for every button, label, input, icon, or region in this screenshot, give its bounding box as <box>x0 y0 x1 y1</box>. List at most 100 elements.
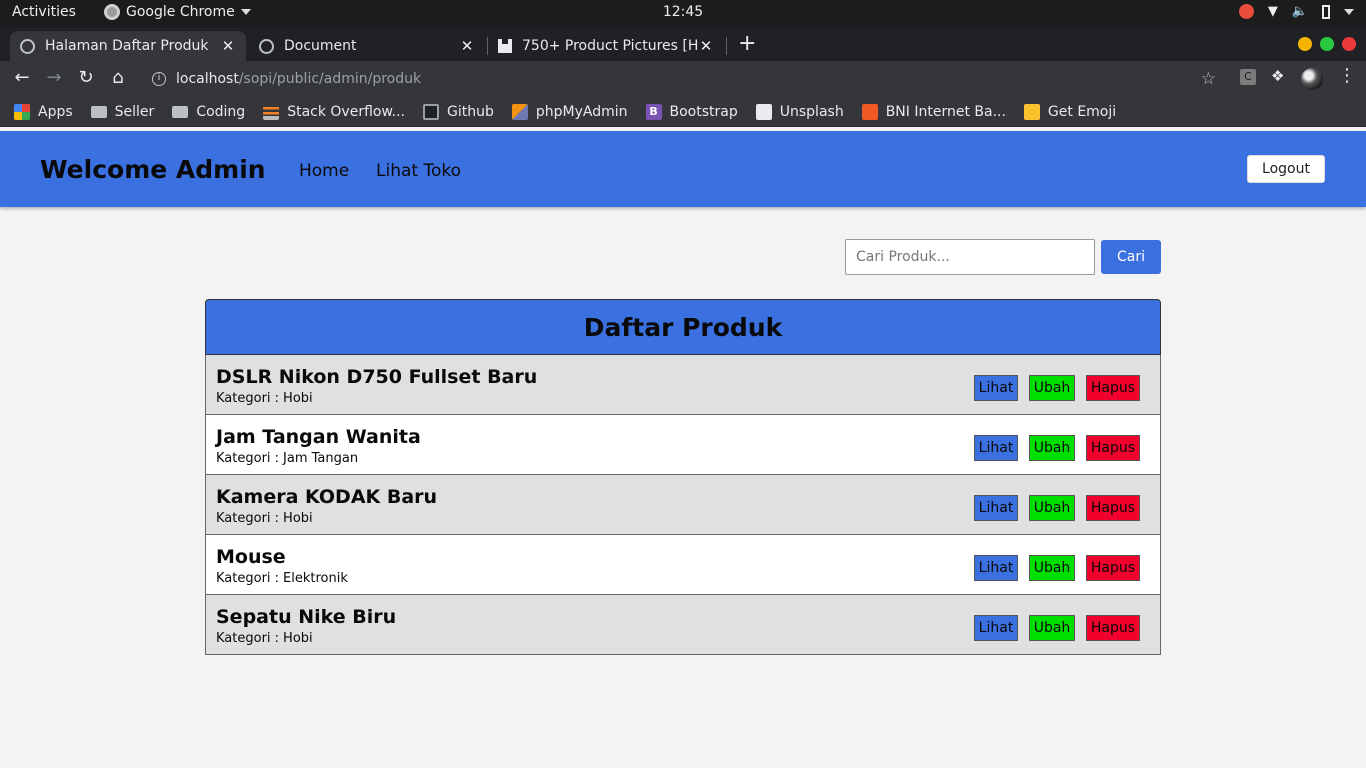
unsplash-icon <box>498 39 512 53</box>
browser-toolbar: ← → ↻ ⌂ i localhost/sopi/public/admin/pr… <box>0 61 1366 97</box>
globe-icon <box>20 38 35 54</box>
folder-icon <box>172 105 189 118</box>
bni-icon <box>861 103 878 120</box>
home-icon[interactable]: ⌂ <box>106 67 130 88</box>
kebab-menu-icon[interactable]: ⋮ <box>1338 65 1356 86</box>
address-bar[interactable]: i localhost/sopi/public/admin/produk ☆ <box>140 65 1230 93</box>
product-row: Kamera KODAK Baru Kategori : Hobi Lihat U… <box>205 475 1161 535</box>
product-row: DSLR Nikon D750 Fullset Baru Kategori :H… <box>205 355 1161 415</box>
url-host: localhost <box>176 71 239 87</box>
product-row: Mouse Kategori : Elektronik Lihat Ubah Ha… <box>205 535 1161 595</box>
bootstrap-icon: B <box>645 103 662 120</box>
product-category: Kategori : Jam Tangan <box>216 451 358 466</box>
folder-icon <box>90 105 107 118</box>
edit-button[interactable]: Ubah <box>1029 435 1075 461</box>
tab-strip: Halaman Daftar Produk ✕ Document ✕ 750+ … <box>0 27 1366 61</box>
row-actions: Lihat Ubah Hapus <box>974 435 1140 461</box>
category-value: Jam Tangan <box>283 451 359 466</box>
bookmarks-bar: Apps Seller Coding Stack Overflow... Git… <box>0 97 1366 127</box>
tab-halaman-daftar-produk[interactable]: Halaman Daftar Produk ✕ <box>10 31 246 61</box>
bookmark-apps[interactable]: Apps <box>14 103 73 120</box>
product-name: Kamera KODAK Baru <box>216 486 438 508</box>
extension-c-icon[interactable]: C <box>1240 69 1256 85</box>
delete-button[interactable]: Hapus <box>1086 615 1140 641</box>
category-label: Kategori : <box>216 451 280 466</box>
tab-title: Halaman Daftar Produk <box>45 38 209 54</box>
maximize-button[interactable] <box>1320 37 1334 51</box>
bookmark-seller[interactable]: Seller <box>90 103 155 120</box>
back-icon[interactable]: ← <box>10 67 34 88</box>
delete-button[interactable]: Hapus <box>1086 375 1140 401</box>
profile-avatar[interactable] <box>1301 68 1323 90</box>
nav-link-lihat-toko[interactable]: Lihat Toko <box>376 161 461 181</box>
close-icon[interactable]: ✕ <box>220 37 236 55</box>
bookmark-label: phpMyAdmin <box>535 103 628 120</box>
clock[interactable]: 12:45 <box>0 4 1366 20</box>
tab-separator <box>726 37 727 55</box>
view-button[interactable]: Lihat <box>974 615 1018 641</box>
minimize-button[interactable] <box>1298 37 1312 51</box>
bookmark-github[interactable]: Github <box>423 103 494 120</box>
reload-icon[interactable]: ↻ <box>74 67 98 88</box>
system-top-bar: Activities Google Chrome 12:45 ▼ 🔈 <box>0 0 1366 27</box>
system-menu-chevron-icon[interactable] <box>1344 8 1354 15</box>
delete-button[interactable]: Hapus <box>1086 435 1140 461</box>
product-category: Kategori : Hobi <box>216 391 313 406</box>
edit-button[interactable]: Ubah <box>1029 555 1075 581</box>
bookmark-bootstrap[interactable]: B Bootstrap <box>645 103 738 120</box>
search-button[interactable]: Cari <box>1101 240 1161 274</box>
product-category: Kategori : Elektronik <box>216 571 348 586</box>
bookmark-label: Stack Overflow... <box>287 103 405 120</box>
bookmark-coding[interactable]: Coding <box>172 104 245 120</box>
phpmyadmin-icon <box>511 103 528 120</box>
bookmark-bni[interactable]: BNI Internet Ba... <box>861 103 1006 120</box>
view-button[interactable]: Lihat <box>974 495 1018 521</box>
category-value: Hobi <box>283 391 313 406</box>
edit-button[interactable]: Ubah <box>1029 495 1075 521</box>
site-info-icon[interactable]: i <box>152 72 166 86</box>
tab-document[interactable]: Document ✕ <box>249 31 485 61</box>
apps-grid-icon <box>14 103 30 120</box>
system-tray[interactable]: ▼ 🔈 <box>1238 4 1354 19</box>
search-input[interactable] <box>845 239 1095 275</box>
delete-button[interactable]: Hapus <box>1086 495 1140 521</box>
delete-button[interactable]: Hapus <box>1086 555 1140 581</box>
bookmark-label: Unsplash <box>779 103 844 120</box>
logout-button[interactable]: Logout <box>1247 155 1325 183</box>
edit-button[interactable]: Ubah <box>1029 615 1075 641</box>
bookmark-stackoverflow[interactable]: Stack Overflow... <box>263 103 405 120</box>
notification-icon[interactable] <box>1238 4 1254 19</box>
bookmark-star-icon[interactable]: ☆ <box>1201 69 1216 89</box>
wifi-icon: ▼ <box>1267 4 1278 19</box>
bookmark-unsplash[interactable]: Unsplash <box>755 103 844 120</box>
bookmark-label: Apps <box>38 103 73 120</box>
site-navbar: Welcome Admin Home Lihat Toko Logout <box>0 131 1366 207</box>
forward-icon[interactable]: → <box>42 67 66 88</box>
tab-product-pictures[interactable]: 750+ Product Pictures [HD ✕ <box>488 31 724 61</box>
product-name: Mouse <box>216 546 286 568</box>
category-label: Kategori : <box>216 571 280 586</box>
view-button[interactable]: Lihat <box>974 375 1018 401</box>
edit-button[interactable]: Ubah <box>1029 375 1075 401</box>
bookmark-phpmyadmin[interactable]: phpMyAdmin <box>511 103 628 120</box>
nav-link-home[interactable]: Home <box>299 161 349 181</box>
close-icon[interactable]: ✕ <box>459 37 475 55</box>
close-window-button[interactable] <box>1342 37 1356 51</box>
url-path: /sopi/public/admin/produk <box>238 71 422 87</box>
product-name: Sepatu Nike Biru <box>216 606 397 628</box>
github-icon <box>423 103 439 120</box>
product-list-panel: Daftar Produk DSLR Nikon D750 Fullset Ba… <box>205 299 1161 655</box>
bookmark-label: Bootstrap <box>669 103 738 120</box>
new-tab-button[interactable]: + <box>738 31 756 56</box>
bookmark-label: Seller <box>114 103 155 120</box>
bookmark-get-emoji[interactable]: Get Emoji <box>1023 103 1116 120</box>
unsplash-icon <box>755 103 772 120</box>
view-button[interactable]: Lihat <box>974 435 1018 461</box>
extensions-puzzle-icon[interactable]: ❖ <box>1271 67 1284 85</box>
tab-title: Document <box>284 38 357 54</box>
close-icon[interactable]: ✕ <box>698 37 714 55</box>
page-viewport: Welcome Admin Home Lihat Toko Logout Car… <box>0 128 1366 768</box>
row-actions: Lihat Ubah Hapus <box>974 615 1140 641</box>
view-button[interactable]: Lihat <box>974 555 1018 581</box>
product-name: DSLR Nikon D750 Fullset Baru <box>216 366 538 388</box>
